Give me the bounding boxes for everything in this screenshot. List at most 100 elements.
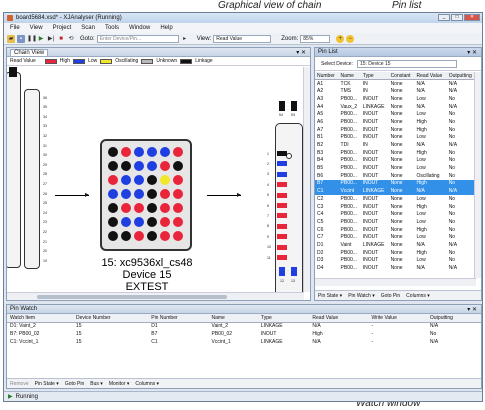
- chain-vertical-scrollbar[interactable]: [303, 67, 310, 292]
- close-button[interactable]: ✕: [464, 14, 480, 21]
- right-device-pin[interactable]: [277, 203, 287, 208]
- ball-pin[interactable]: [173, 189, 183, 199]
- ball-pin[interactable]: [108, 203, 118, 213]
- pause-icon[interactable]: ❚❚: [27, 35, 37, 43]
- ball-pin[interactable]: [108, 231, 118, 241]
- ball-pin[interactable]: [121, 217, 131, 227]
- watch-column-header[interactable]: Watch Item: [7, 314, 73, 323]
- pin-column-header[interactable]: Read Value: [414, 72, 447, 81]
- pin-table-row[interactable]: D2 PB00... INOUT None High No: [315, 249, 476, 257]
- chain-horizontal-scrollbar[interactable]: [7, 292, 304, 300]
- right-device-pin[interactable]: [277, 234, 287, 240]
- ball-pin[interactable]: [147, 161, 157, 171]
- maximize-button[interactable]: □: [451, 14, 463, 21]
- pin-column-header[interactable]: Outputting: [446, 72, 476, 81]
- ball-pin[interactable]: [108, 175, 118, 185]
- menu-scan[interactable]: Scan: [81, 25, 95, 31]
- watch-column-header[interactable]: Name: [208, 314, 258, 323]
- ball-pin[interactable]: [134, 175, 144, 185]
- reset-icon[interactable]: ⟲: [67, 35, 75, 43]
- pin-table-row[interactable]: C3 PB00... INOUT None High No: [315, 203, 476, 211]
- menu-file[interactable]: File: [10, 25, 20, 31]
- pin-table-row[interactable]: C4 PB00... INOUT None Low No: [315, 210, 476, 218]
- watch-goto-pin-button[interactable]: Goto Pin: [65, 381, 84, 387]
- play-icon[interactable]: ▶: [37, 35, 45, 43]
- pin-column-header[interactable]: Number: [315, 72, 339, 81]
- pin-table-row[interactable]: D4 PB00... INOUT None N/A N/A: [315, 264, 476, 272]
- watch-table-row[interactable]: C1: Vccint_1 15 C1 Vccint_1 LINKAGE N/A - N/A: [7, 338, 481, 346]
- pin-table-row[interactable]: B1 PB00... INOUT None Low No: [315, 134, 476, 142]
- right-device-pin[interactable]: [277, 223, 287, 229]
- ball-pin[interactable]: [134, 189, 144, 199]
- right-device-pin[interactable]: [277, 192, 287, 198]
- monitor-menu[interactable]: Monitor ▾: [109, 381, 130, 387]
- menu-view[interactable]: View: [30, 25, 43, 31]
- minimize-button[interactable]: _: [438, 14, 450, 21]
- right-device-pin[interactable]: [277, 161, 287, 167]
- right-device-pin[interactable]: [277, 151, 287, 156]
- watch-table-row[interactable]: B7: PB00_02 15 B7 PB00_02 INOUT High - No: [7, 330, 481, 338]
- pin-watch-menu[interactable]: Pin Watch ▾: [348, 293, 375, 299]
- open-folder-icon[interactable]: ▰: [7, 34, 15, 43]
- columns-menu[interactable]: Columns ▾: [406, 293, 430, 299]
- ball-pin[interactable]: [160, 175, 170, 185]
- watch-columns-menu[interactable]: Columns ▾: [135, 381, 159, 387]
- ball-pin[interactable]: [147, 189, 157, 199]
- pin-table-row[interactable]: B7 PB00... INOUT None High No: [315, 179, 476, 188]
- ball-pin[interactable]: [134, 147, 144, 157]
- ball-pin[interactable]: [121, 231, 131, 241]
- pin-column-header[interactable]: Name: [338, 72, 361, 81]
- ball-pin[interactable]: [121, 147, 131, 157]
- ball-pin[interactable]: [147, 175, 157, 185]
- pin-table-row[interactable]: D3 PB00... INOUT None Low No: [315, 257, 476, 265]
- pin-table-row[interactable]: C5 PB00... INOUT None Low No: [315, 218, 476, 226]
- watch-column-header[interactable]: Pin Number: [148, 314, 209, 323]
- save-icon[interactable]: ▪: [17, 34, 25, 43]
- chain-scroll-thumb[interactable]: [37, 295, 227, 299]
- watch-table-row[interactable]: D1: Vaint_2 15 D1 Vaint_2 LINKAGE N/A - N/A: [7, 322, 481, 330]
- ball-pin[interactable]: [134, 161, 144, 171]
- ball-pin[interactable]: [108, 161, 118, 171]
- zoom-in-icon[interactable]: +: [336, 34, 345, 43]
- right-device-pin[interactable]: [277, 255, 287, 260]
- right-device-pin[interactable]: [277, 171, 287, 177]
- ball-pin[interactable]: [108, 147, 118, 157]
- ball-pin[interactable]: [173, 147, 183, 157]
- chain-canvas[interactable]: 36 35 34 33 32 31 30 29 28 27 26 25 24 23 22 21 20 19 ▸ 1…: [7, 67, 304, 292]
- watch-column-header[interactable]: Type: [257, 314, 310, 323]
- pin-watch-close-icon[interactable]: ▾ ✕: [467, 306, 477, 313]
- ball-pin[interactable]: [147, 203, 157, 213]
- ball-pin[interactable]: [121, 203, 131, 213]
- watch-column-header[interactable]: Read Value: [309, 314, 369, 323]
- ball-pin[interactable]: [134, 217, 144, 227]
- bus-menu[interactable]: Bus ▾: [90, 381, 103, 387]
- pin-table-row[interactable]: C2 PB00... INOUT None Low No: [315, 195, 476, 203]
- pin-state-menu[interactable]: Pin State ▾: [318, 293, 342, 299]
- pin-table-row[interactable]: B4 PB00... INOUT None Low No: [315, 157, 476, 165]
- goto-input[interactable]: Enter Device/Pin...: [96, 34, 179, 43]
- ball-pin[interactable]: [147, 147, 157, 157]
- goto-pin-button[interactable]: Goto Pin: [381, 293, 400, 299]
- pin-table-row[interactable]: B5 PB00... INOUT None Low No: [315, 164, 476, 172]
- ball-pin[interactable]: [173, 231, 183, 241]
- pin-list-horizontal-scrollbar[interactable]: [315, 278, 476, 286]
- select-device-dropdown[interactable]: 15: Device 15: [356, 59, 457, 68]
- pin-table-row[interactable]: D1 Vaint LINKAGE None N/A N/A: [315, 241, 476, 249]
- ball-pin[interactable]: [121, 175, 131, 185]
- ball-pin[interactable]: [160, 161, 170, 171]
- ball-pin[interactable]: [147, 231, 157, 241]
- pin-table-row[interactable]: B6 PB00... INOUT None Oscillating No: [315, 172, 476, 180]
- menu-project[interactable]: Project: [53, 25, 72, 31]
- menu-window[interactable]: Window: [129, 25, 150, 31]
- ball-pin[interactable]: [108, 189, 118, 199]
- pin-list-pin-icon[interactable]: ▾ ✕: [467, 49, 477, 56]
- watch-column-header[interactable]: Device Number: [72, 314, 149, 323]
- menu-tools[interactable]: Tools: [105, 25, 119, 31]
- ball-pin[interactable]: [134, 203, 144, 213]
- watch-column-header[interactable]: Outputting: [426, 314, 481, 323]
- right-device-pin[interactable]: [277, 244, 287, 250]
- zoom-select[interactable]: 85%: [300, 34, 331, 43]
- left-device-body[interactable]: [24, 89, 40, 269]
- pin-table-row[interactable]: A1 TCK IN None N/A N/A: [315, 80, 476, 88]
- menu-help[interactable]: Help: [160, 25, 172, 31]
